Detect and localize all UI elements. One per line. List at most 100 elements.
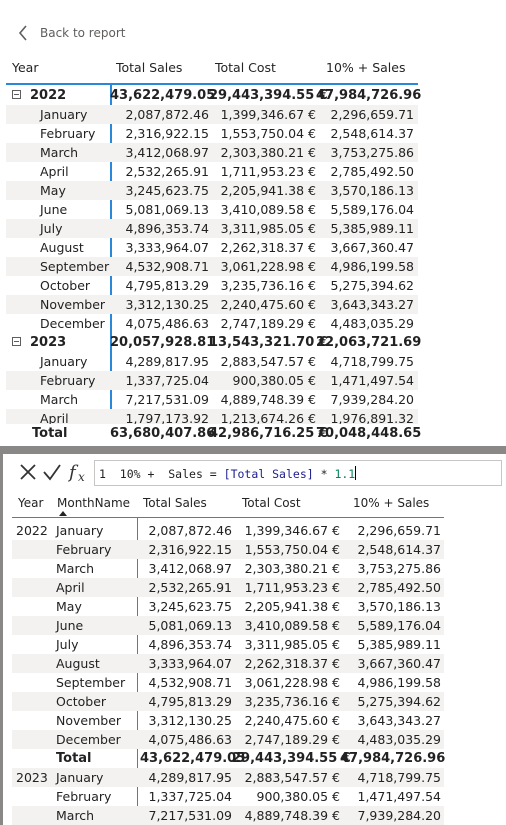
cost-cell: 1,711,953.23 € [244, 580, 340, 595]
plus-cell: 3,667,360.47 [330, 240, 415, 255]
formula-measure-ref: [Total Sales] [223, 467, 314, 481]
matrix-month-row[interactable]: May 3,245,623.75 2,205,941.38 € 3,570,186.1… [6, 181, 418, 200]
table-header-10pct-sales[interactable]: 10% + Sales [353, 496, 429, 510]
column-header-year[interactable]: Year [12, 60, 38, 75]
plus-cell: 5,275,394.62 [357, 694, 442, 709]
matrix-total-row: Total 63,680,407.86 42,986,716.25 € 70,0… [6, 424, 421, 443]
total-cost-value: 42,986,716.25 € [209, 426, 328, 441]
fx-icon[interactable]: f x [67, 460, 92, 489]
table-row[interactable]: April 2,532,265.91 1,711,953.23 € 2,785,492… [12, 578, 444, 597]
back-to-report-button[interactable]: Back to report [18, 22, 125, 44]
pane-divider[interactable] [0, 446, 506, 454]
sales-cell: 2,316,922.15 [125, 126, 210, 141]
table-row[interactable]: October 4,795,813.29 3,235,736.16 € 5,275,3… [12, 692, 444, 711]
text-caret [355, 466, 357, 480]
column-header-total-sales[interactable]: Total Sales [116, 60, 182, 75]
matrix-month-row[interactable]: April 2,532,265.91 1,711,953.23 € 2,785,492… [6, 162, 418, 181]
row-label: September [40, 259, 110, 274]
table-row[interactable]: March 3,412,068.97 2,303,380.21 € 3,753,275… [12, 559, 444, 578]
cost-cell: 3,311,985.05 € [220, 221, 316, 236]
month-cell: May [56, 599, 82, 614]
sales-cell: 1,337,725.04 [125, 373, 210, 388]
matrix-year-row[interactable]: 2022 43,622,479.05 29,443,394.55 €47,984,7… [6, 86, 421, 105]
cost-cell: 2,262,318.37 € [244, 656, 340, 671]
month-cell: January [56, 770, 104, 785]
table-header-total-cost[interactable]: Total Cost [242, 496, 301, 510]
table-row[interactable]: June 5,081,069.13 3,410,089.58 € 5,589,176.… [12, 616, 444, 635]
formula-number: 1.1 [334, 467, 356, 481]
plus-cell: 3,753,275.86 [330, 145, 415, 160]
header-underline [6, 83, 418, 85]
cost-cell: 2,205,941.38 € [220, 183, 316, 198]
pane-left-border [0, 454, 3, 825]
commit-check-icon[interactable] [42, 462, 62, 487]
sales-cell: 5,081,069.13 [148, 618, 233, 633]
table-visual: Year MonthName Total Sales Total Cost 10… [4, 490, 506, 825]
cost-cell: 1,399,346.67 € [220, 107, 316, 122]
cost-cell: 13,543,321.70 € [209, 335, 328, 350]
matrix-month-row[interactable]: January 4,289,817.95 2,883,547.57 € 4,718,7… [6, 352, 418, 371]
table-header-total-sales[interactable]: Total Sales [143, 496, 207, 510]
table-row[interactable]: 2023 January 4,289,817.95 2,883,547.57 € 4,7… [12, 768, 444, 787]
table-row[interactable]: July 4,896,353.74 3,311,985.05 € 5,385,989.… [12, 635, 444, 654]
month-cell: April [56, 580, 85, 595]
table-row[interactable]: May 3,245,623.75 2,205,941.38 € 3,570,186.1… [12, 597, 444, 616]
matrix-year-row[interactable]: 2023 20,057,928.81 13,543,321.70 €22,063,7… [6, 333, 421, 352]
sales-cell: 3,412,068.97 [148, 561, 233, 576]
matrix-month-row[interactable]: July 4,896,353.74 3,311,985.05 € 5,385,989.… [6, 219, 418, 238]
matrix-month-row[interactable]: October 4,795,813.29 3,235,736.16 € 5,275,3… [6, 276, 418, 295]
matrix-month-row[interactable]: March 3,412,068.97 2,303,380.21 € 3,753,275… [6, 143, 418, 162]
cost-cell: 2,240,475.60 € [220, 297, 316, 312]
sales-cell: 2,316,922.15 [148, 542, 233, 557]
matrix-month-row[interactable]: June 5,081,069.13 3,410,089.58 € 5,589,176.… [6, 200, 418, 219]
table-row[interactable]: December 4,075,486.63 2,747,189.29 € 4,483,… [12, 730, 444, 749]
plus-cell: 3,667,360.47 [357, 656, 442, 671]
table-header-year[interactable]: Year [18, 496, 43, 510]
plus-cell: 2,785,492.50 [330, 164, 415, 179]
sales-cell: 3,312,130.25 [148, 713, 233, 728]
table-row[interactable]: August 3,333,964.07 2,262,318.37 € 3,667,36… [12, 654, 444, 673]
matrix-month-row[interactable]: February 1,337,725.04 900,380.05 € 1,471,49… [6, 371, 418, 390]
cost-cell: 4,889,748.39 € [244, 808, 340, 823]
cost-cell: 900,380.05 € [232, 373, 317, 388]
column-header-10pct-sales[interactable]: 10% + Sales [326, 60, 405, 75]
cancel-x-icon[interactable] [18, 462, 38, 487]
table-row[interactable]: February 2,316,922.15 1,553,750.04 € 2,548,… [12, 540, 444, 559]
table-row[interactable]: 2022 January 2,087,872.46 1,399,346.67 € 2,2… [12, 521, 444, 540]
cost-cell: 3,235,736.16 € [220, 278, 316, 293]
month-cell: Total [56, 751, 92, 766]
sales-cell: 3,333,964.07 [125, 240, 210, 255]
month-cell: August [56, 656, 100, 671]
table-row[interactable]: September 4,532,908.71 3,061,228.98 € 4,986… [12, 673, 444, 692]
sales-cell: 43,622,479.05 [140, 751, 246, 766]
expand-collapse-icon[interactable] [12, 337, 21, 346]
matrix-month-row[interactable]: January 2,087,872.46 1,399,346.67 € 2,296,6… [6, 105, 418, 124]
month-cell: July [56, 637, 79, 652]
sales-cell: 3,312,130.25 [125, 297, 210, 312]
plus-cell: 4,986,199.58 [357, 675, 442, 690]
table-row[interactable]: February 1,337,725.04 900,380.05 € 1,471,49… [12, 787, 444, 806]
table-header-monthname[interactable]: MonthName [57, 496, 130, 510]
table-subtotal-row[interactable]: Total 43,622,479.05 29,443,394.55 €47,984,… [12, 749, 445, 768]
sales-cell: 3,245,623.75 [148, 599, 233, 614]
table-row[interactable]: March 7,217,531.09 4,889,748.39 € 7,939,284… [12, 806, 444, 825]
table-row[interactable]: November 3,312,130.25 2,240,475.60 € 3,643,… [12, 711, 444, 730]
matrix-month-row[interactable]: November 3,312,130.25 2,240,475.60 € 3,643,… [6, 295, 418, 314]
expand-collapse-icon[interactable] [12, 90, 21, 99]
sales-cell: 2,532,265.91 [125, 164, 210, 179]
matrix-month-row[interactable]: September 4,532,908.71 3,061,228.98 € 4,986… [6, 257, 418, 276]
month-cell: March [56, 808, 95, 823]
column-header-total-cost[interactable]: Total Cost [215, 60, 276, 75]
matrix-month-row[interactable]: December 4,075,486.63 2,747,189.29 € 4,483,… [6, 314, 418, 333]
cost-cell: 29,443,394.55 € [209, 88, 328, 103]
dax-formula-input[interactable]: 1 10% + Sales = [Total Sales] * 1.1 [94, 460, 502, 486]
plus-cell: 3,643,343.27 [357, 713, 442, 728]
matrix-month-row[interactable]: August 3,333,964.07 2,262,318.37 € 3,667,36… [6, 238, 418, 257]
matrix-month-row[interactable]: February 2,316,922.15 1,553,750.04 € 2,548,… [6, 124, 418, 143]
plus-cell: 5,385,989.11 [330, 221, 415, 236]
month-cell: February [56, 789, 112, 804]
sales-cell: 20,057,928.81 [110, 335, 216, 350]
matrix-month-row[interactable]: March 7,217,531.09 4,889,748.39 € 7,939,284… [6, 390, 418, 409]
year-cell: 2022 [16, 523, 48, 538]
plus-cell: 4,986,199.58 [330, 259, 415, 274]
